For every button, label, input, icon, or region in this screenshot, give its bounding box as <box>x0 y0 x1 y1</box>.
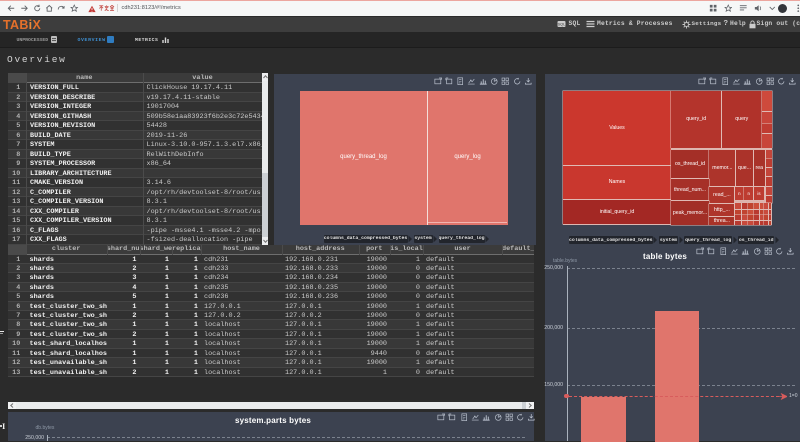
svg-text:SQL: SQL <box>557 21 566 26</box>
